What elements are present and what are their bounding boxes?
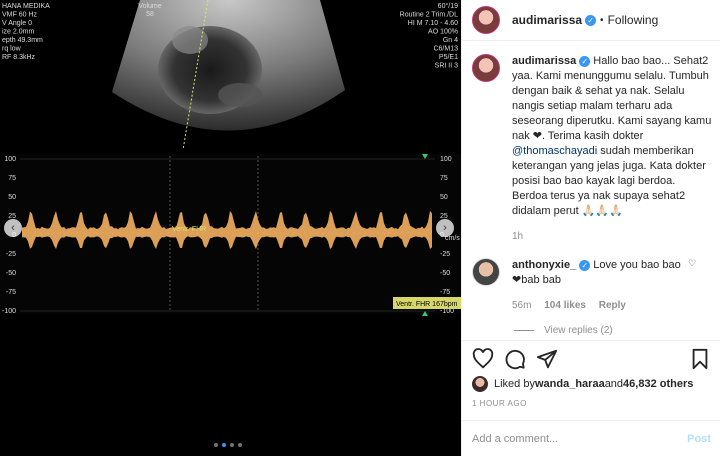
overlay-left-text: HANA MEDIKA: [2, 3, 50, 10]
overlay-left-text: epth 49.3mm: [2, 37, 43, 44]
axis-tick-label: 100: [4, 156, 16, 163]
post-header: audimarissa ✓ • Following: [462, 0, 720, 41]
axis-tick-label: -50: [6, 270, 16, 277]
reply-button[interactable]: Reply: [599, 300, 626, 311]
overlay-right-text: HI M 7.10 - 4.60: [408, 20, 458, 27]
readout-label: Ventr. FHR 167bpm: [396, 301, 458, 308]
axis-tick-label: 50: [8, 194, 16, 201]
overlay-right-text: Routine 2 Trim./DL: [400, 12, 458, 19]
likes-summary: Liked by wanda_haraa and 46,832 others: [472, 376, 693, 392]
overlay-left-text: VMF 60 Hz: [2, 12, 38, 19]
comment-input[interactable]: [472, 432, 688, 445]
chevron-left-icon: ‹: [11, 222, 15, 234]
commenter-username[interactable]: anthonyxie_: [512, 259, 576, 271]
replies-divider: [514, 330, 534, 331]
axis-tick-label: -75: [6, 289, 16, 296]
overlay-right-text: P5/E1: [439, 54, 458, 61]
carousel-dot: [222, 443, 226, 447]
view-replies-button[interactable]: View replies (2): [514, 325, 720, 336]
marker-label: Ventr. FHR: [172, 226, 206, 233]
overlay-left-text: V Angle 0: [2, 20, 32, 27]
overlay-right-text: SRI II 3: [435, 63, 458, 70]
overlay-right-text: AO 100%: [428, 29, 458, 36]
heart-icon[interactable]: [472, 347, 494, 370]
liker-username[interactable]: wanda_haraa: [535, 378, 605, 390]
verified-icon: ✓: [585, 14, 597, 26]
overlay-center-text: 58: [146, 11, 154, 18]
add-comment-bar: Post: [462, 420, 720, 456]
axis-tick-label: -25: [440, 251, 450, 258]
post-media[interactable]: 1007550250-25-50-75-100 1007550250-25-50…: [0, 0, 461, 456]
overlay-right-text: C6/M13: [433, 46, 458, 53]
axis-tick-label: 75: [440, 175, 448, 182]
chevron-right-icon: ›: [443, 222, 447, 234]
verified-icon: ✓: [579, 55, 591, 67]
caption-username[interactable]: audimarissa: [512, 55, 576, 67]
comment-meta: 56m 104 likes Reply: [512, 298, 682, 313]
commenter-avatar[interactable]: [472, 258, 500, 286]
likes-prefix: Liked by: [494, 378, 535, 390]
caption-avatar[interactable]: [472, 54, 500, 82]
carousel-dot: [230, 443, 234, 447]
caption-text-part1: Hallo bao bao... Sehat2 yaa. Kami menung…: [512, 55, 712, 142]
following-button[interactable]: Following: [608, 13, 659, 27]
header-separator: •: [600, 14, 604, 26]
ultrasound-image: 1007550250-25-50-75-100 1007550250-25-50…: [0, 0, 461, 316]
axis-tick-label: 100: [440, 156, 452, 163]
axis-tick-label: -50: [440, 270, 450, 277]
comment-icon[interactable]: [504, 348, 526, 370]
view-replies-label: View replies (2): [544, 325, 613, 336]
bookmark-icon[interactable]: [689, 348, 711, 370]
axis-tick-label: 75: [8, 175, 16, 182]
carousel-dot: [214, 443, 218, 447]
axis-tick-label: -100: [2, 308, 16, 315]
overlay-right-text: Gn 4: [443, 37, 458, 44]
axis-tick-label: 50: [440, 194, 448, 201]
post-timestamp[interactable]: 1 HOUR AGO: [472, 399, 527, 408]
comments-list[interactable]: audimarissa ✓ Hallo bao bao... Sehat2 yaa…: [462, 54, 720, 344]
liker-avatar[interactable]: [472, 376, 488, 392]
verified-icon: ✓: [579, 259, 591, 271]
carousel-indicator: [214, 443, 242, 447]
overlay-left-text: rq low: [2, 46, 22, 53]
axis-tick-label: -100: [440, 308, 454, 315]
carousel-prev-button[interactable]: ‹: [4, 219, 22, 237]
overlay-right-text: 60°/19: [438, 2, 458, 10]
author-avatar[interactable]: [472, 6, 500, 34]
overlay-center-text: Volume: [138, 3, 161, 10]
likes-count[interactable]: 46,832 others: [623, 378, 693, 390]
axis-tick-label: -75: [440, 289, 450, 296]
caption-meta: 1h: [512, 229, 712, 244]
axis-tick-label: -25: [6, 251, 16, 258]
likes-middle: and: [604, 378, 624, 390]
share-icon[interactable]: [536, 348, 558, 370]
caption-mention-link[interactable]: @thomaschayadi: [512, 145, 597, 157]
author-username[interactable]: audimarissa: [512, 13, 582, 27]
post-button[interactable]: Post: [687, 433, 711, 445]
caption-time[interactable]: 1h: [512, 231, 523, 242]
overlay-left-text: RF 8.3kHz: [2, 54, 36, 61]
overlay-left-text: ize 2.0mm: [2, 29, 34, 36]
post-side-panel: audimarissa ✓ • Following audimarissa ✓ H…: [461, 0, 720, 456]
post-actions: [462, 340, 720, 376]
like-comment-icon[interactable]: ♡: [688, 258, 696, 313]
carousel-dot: [238, 443, 242, 447]
comment-item: anthonyxie_ ✓ Love you bao bao ❤bab bab 5…: [462, 258, 720, 313]
comment-time[interactable]: 56m: [512, 300, 531, 311]
comment-likes[interactable]: 104 likes: [544, 300, 586, 311]
carousel-next-button[interactable]: ›: [436, 219, 454, 237]
caption: audimarissa ✓ Hallo bao bao... Sehat2 yaa…: [462, 54, 720, 244]
